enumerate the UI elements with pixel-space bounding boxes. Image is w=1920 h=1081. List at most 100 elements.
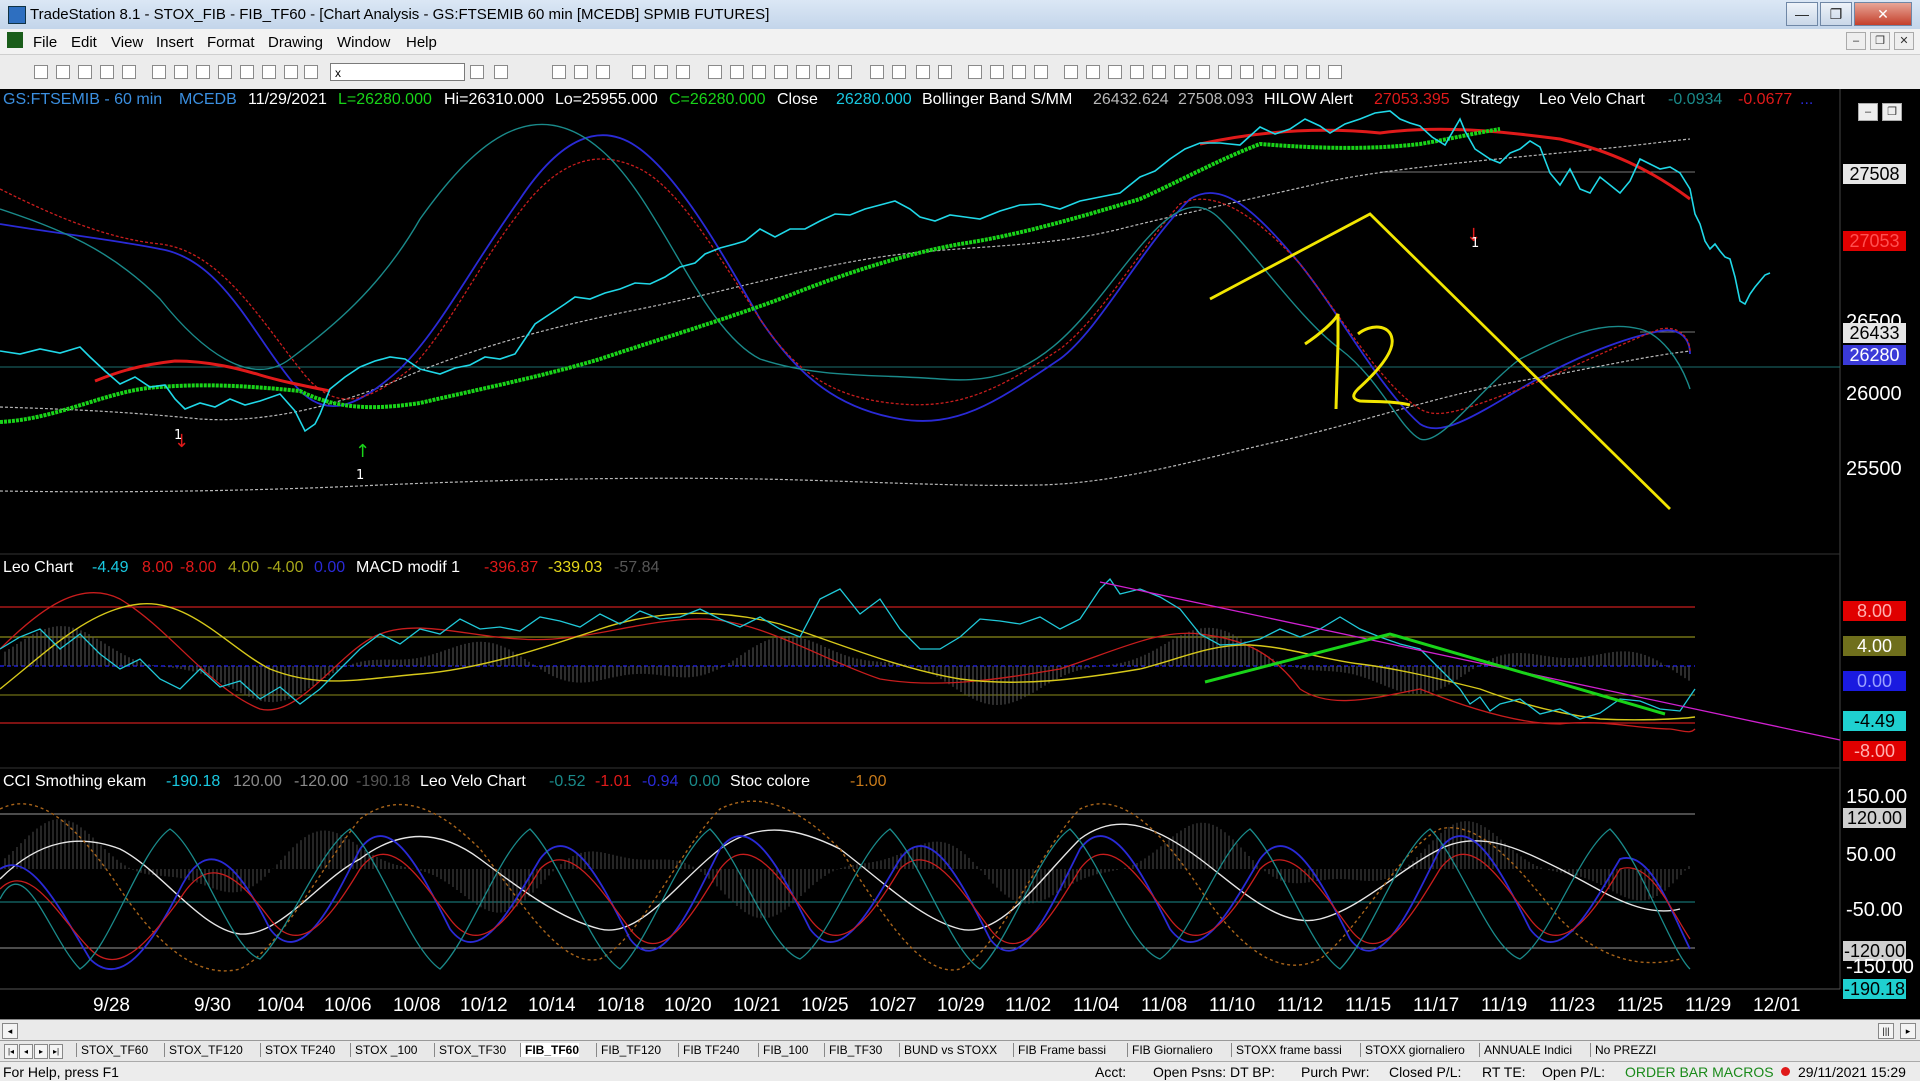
up-arrow-icon[interactable] — [1262, 65, 1276, 79]
drawing-icon[interactable] — [708, 65, 722, 79]
tools-icon[interactable] — [1012, 65, 1026, 79]
radarscreen-icon[interactable] — [574, 65, 588, 79]
compress-icon[interactable] — [870, 65, 884, 79]
mdi-restore-button[interactable]: ❐ — [1870, 32, 1890, 50]
menu-insert[interactable]: Insert — [156, 34, 194, 51]
tab-fib-100[interactable]: FIB_100 — [758, 1043, 808, 1057]
alert-icon[interactable] — [838, 65, 852, 79]
open-workspace-icon[interactable] — [78, 65, 92, 79]
tab-stoxx-frame-bassi[interactable]: STOXX frame bassi — [1231, 1043, 1342, 1057]
tab-fib-frame-bassi[interactable]: FIB Frame bassi — [1013, 1043, 1106, 1057]
arc-icon[interactable] — [1196, 65, 1210, 79]
matrix-icon[interactable] — [596, 65, 610, 79]
strategy-icon[interactable] — [654, 65, 668, 79]
close-button[interactable]: ✕ — [1854, 2, 1912, 26]
chart-style-icon[interactable] — [796, 65, 810, 79]
tab-stox-100[interactable]: STOX _100 — [350, 1043, 417, 1057]
panel1-minimize-button[interactable]: – — [1858, 103, 1878, 121]
x-tick-label: 11/02 — [1005, 995, 1052, 1016]
tab-fib-tf60[interactable]: FIB_TF60 — [520, 1043, 580, 1057]
leo-chart-value-label: -4.49 — [1843, 711, 1906, 731]
tab-next-icon[interactable]: ▸ — [34, 1044, 48, 1059]
format-icon[interactable] — [676, 65, 690, 79]
indicator-icon[interactable] — [632, 65, 646, 79]
print-preview-icon[interactable] — [174, 65, 188, 79]
menu-edit[interactable]: Edit — [71, 34, 97, 51]
workspace-tabs: |◂ ◂ ▸ ▸| STOX_TF60 STOX_TF120 STOX TF24… — [0, 1040, 1920, 1061]
rectangle-icon[interactable] — [1306, 65, 1320, 79]
palette-icon[interactable] — [262, 65, 276, 79]
channel-icon[interactable] — [1152, 65, 1166, 79]
menu-window[interactable]: Window — [337, 34, 390, 51]
trendline-icon[interactable] — [1064, 65, 1078, 79]
scroll-icon[interactable] — [752, 65, 766, 79]
lock-icon[interactable] — [218, 65, 232, 79]
status-order-bar-macros[interactable]: ORDER BAR MACROS — [1625, 1064, 1774, 1080]
menu-help[interactable]: Help — [406, 34, 437, 51]
insert-icon[interactable] — [284, 65, 298, 79]
menu-format[interactable]: Format — [207, 34, 255, 51]
tab-bund-vs-stoxx[interactable]: BUND vs STOXX — [899, 1043, 997, 1057]
expand-icon[interactable] — [892, 65, 906, 79]
fibonacci-icon[interactable] — [1130, 65, 1144, 79]
text-icon[interactable] — [1328, 65, 1342, 79]
crosshair-icon[interactable] — [990, 65, 1004, 79]
open-icon[interactable] — [56, 65, 70, 79]
news-icon[interactable] — [816, 65, 830, 79]
tab-first-icon[interactable]: |◂ — [4, 1044, 18, 1059]
scroll-right-icon[interactable]: ▸ — [1900, 1023, 1916, 1039]
tab-stox-tf30[interactable]: STOX_TF30 — [434, 1043, 506, 1057]
cci-scale-minus50: -50.00 — [1846, 899, 1903, 921]
tab-annuale-indici[interactable]: ANNUALE Indici — [1479, 1043, 1572, 1057]
tab-stox-tf60[interactable]: STOX_TF60 — [76, 1043, 148, 1057]
horizontal-scrollbar[interactable]: ◂ ||| ▸ — [0, 1019, 1920, 1040]
scroll-handle-icon[interactable]: ||| — [1878, 1023, 1894, 1039]
horizontal-line-icon[interactable] — [1086, 65, 1100, 79]
tab-stox-tf120[interactable]: STOX_TF120 — [164, 1043, 243, 1057]
magnet-icon[interactable] — [1034, 65, 1048, 79]
scroll-left-icon[interactable]: ◂ — [2, 1023, 18, 1039]
gann-icon[interactable] — [1174, 65, 1188, 79]
data-window-icon[interactable] — [730, 65, 744, 79]
save-icon[interactable] — [122, 65, 136, 79]
bar-spacing-icon[interactable] — [774, 65, 788, 79]
symbol-lookup-icon[interactable] — [494, 65, 508, 79]
tab-stoxx-giornaliero[interactable]: STOXX giornaliero — [1360, 1043, 1465, 1057]
tab-fib-tf30[interactable]: FIB_TF30 — [824, 1043, 882, 1057]
regression-icon[interactable] — [1218, 65, 1232, 79]
page-icon[interactable] — [100, 65, 114, 79]
price-chart-svg[interactable]: ↓ ↑ ↓ 1 1 1 — [0, 89, 1920, 1019]
tab-no-prezzi[interactable]: No PREZZI — [1590, 1043, 1656, 1057]
tab-prev-icon[interactable]: ◂ — [19, 1044, 33, 1059]
chart-analysis-icon[interactable] — [552, 65, 566, 79]
chart-window-icon[interactable] — [7, 32, 23, 48]
ellipse-icon[interactable] — [1284, 65, 1298, 79]
maximize-button[interactable]: ❐ — [1820, 2, 1852, 26]
menu-view[interactable]: View — [111, 34, 143, 51]
menu-file[interactable]: File — [33, 34, 57, 51]
mdi-minimize-button[interactable]: – — [1846, 32, 1866, 50]
tab-fib-giornaliero[interactable]: FIB Giornaliero — [1127, 1043, 1213, 1057]
vertical-line-icon[interactable] — [1108, 65, 1122, 79]
refresh-icon[interactable] — [240, 65, 254, 79]
symbol-input[interactable]: x — [330, 63, 465, 81]
x-tick-label: 9/28 — [93, 995, 130, 1016]
tab-fib-tf240[interactable]: FIB TF240 — [678, 1043, 739, 1057]
mdi-close-button[interactable]: ✕ — [1894, 32, 1914, 50]
tab-fib-tf120[interactable]: FIB_TF120 — [596, 1043, 661, 1057]
panel1-restore-button[interactable]: ❐ — [1882, 103, 1902, 121]
pointer-icon[interactable] — [968, 65, 982, 79]
zoom-out-icon[interactable] — [938, 65, 952, 79]
print-icon[interactable] — [152, 65, 166, 79]
minimize-button[interactable]: — — [1786, 2, 1818, 26]
tab-stox-tf240[interactable]: STOX TF240 — [260, 1043, 335, 1057]
new-icon[interactable] — [34, 65, 48, 79]
tab-last-icon[interactable]: ▸| — [49, 1044, 63, 1059]
go-arrow-icon[interactable] — [470, 65, 484, 79]
down-arrow-icon[interactable] — [1240, 65, 1254, 79]
copy-icon[interactable] — [196, 65, 210, 79]
zoom-in-icon[interactable] — [916, 65, 930, 79]
window-titlebar: TradeStation 8.1 - STOX_FIB - FIB_TF60 -… — [0, 0, 1920, 30]
menu-drawing[interactable]: Drawing — [268, 34, 323, 51]
bars-icon[interactable] — [304, 65, 318, 79]
